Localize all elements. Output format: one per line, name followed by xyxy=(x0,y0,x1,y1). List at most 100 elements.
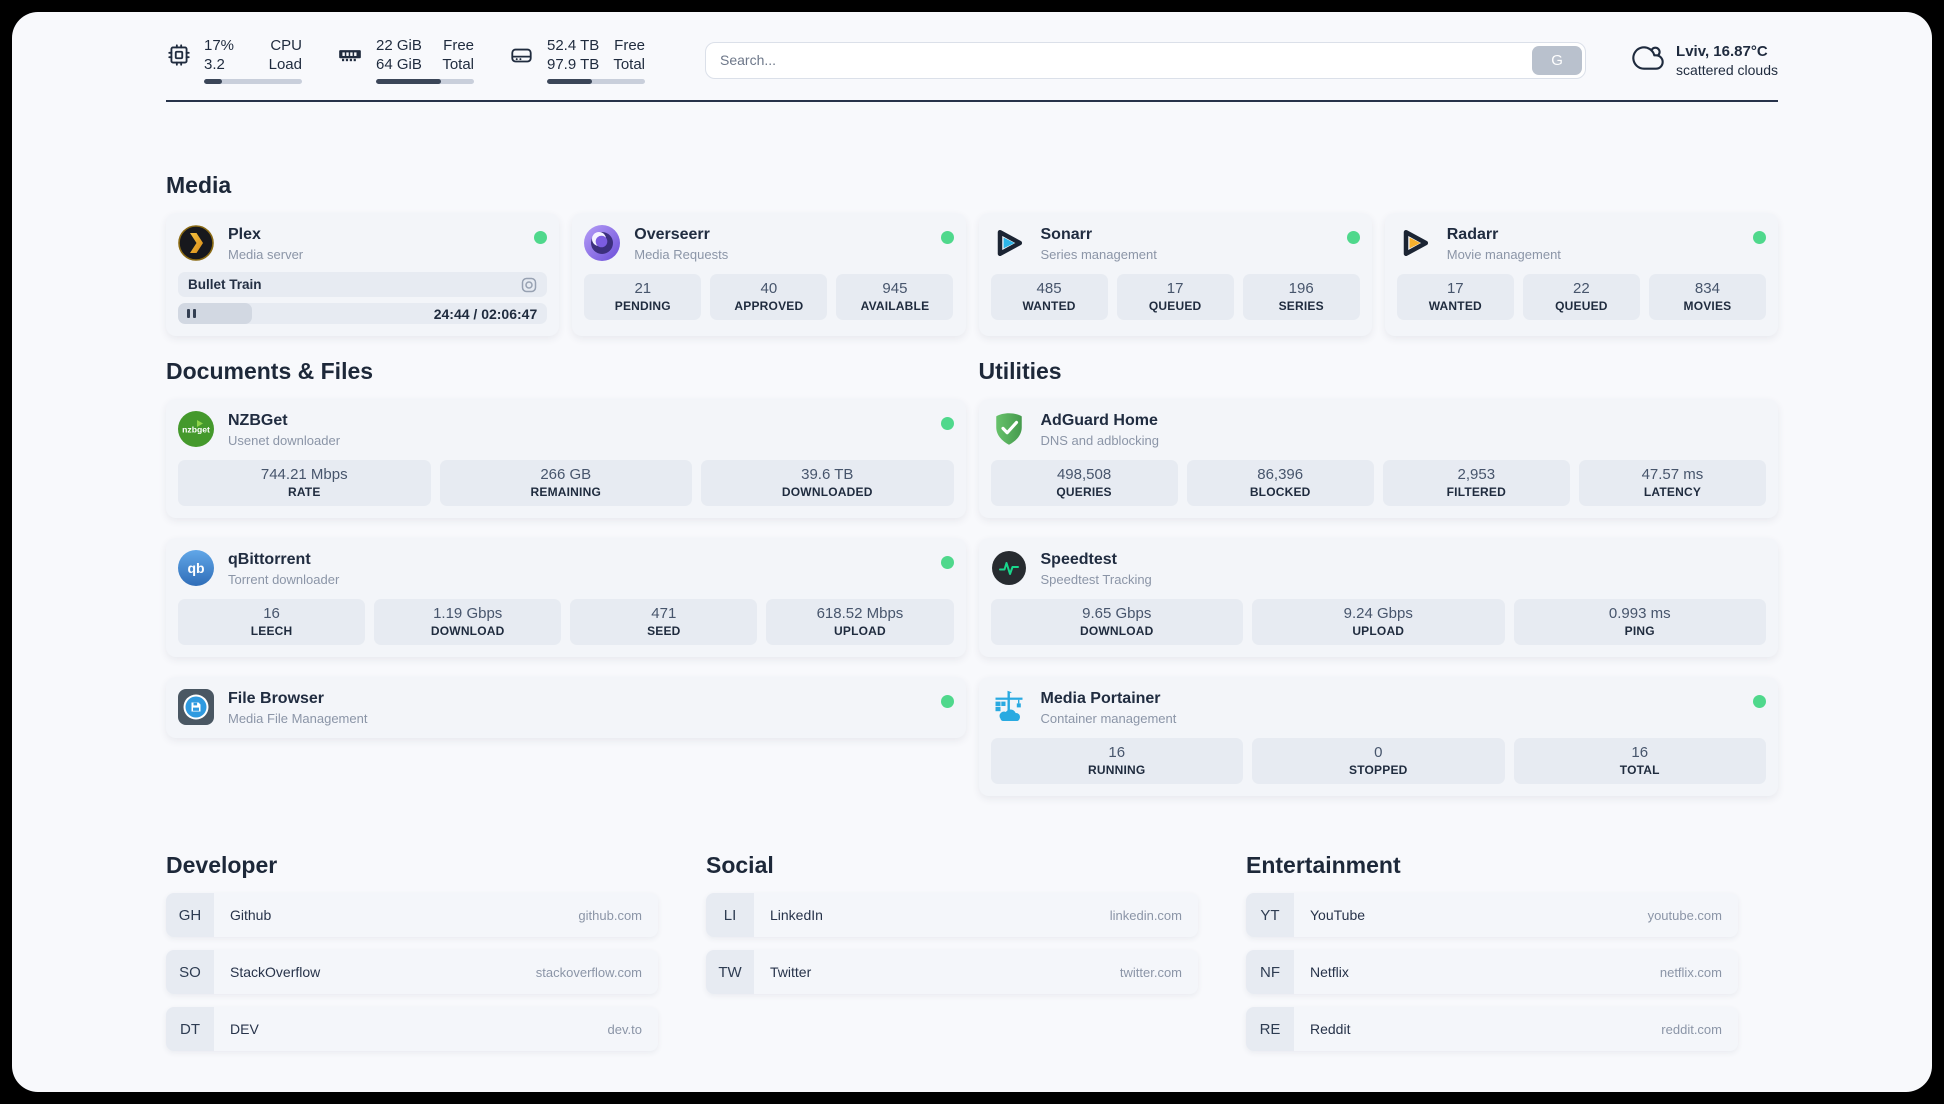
stat-leech: 16 LEECH xyxy=(178,599,366,645)
cpu-icon xyxy=(166,36,192,68)
cpu-load-label: Load xyxy=(268,56,302,73)
stat-queued: 17 QUEUED xyxy=(1116,274,1234,320)
bookmark-youtube[interactable]: YT YouTube youtube.com xyxy=(1246,893,1738,937)
bookmark-dev[interactable]: DT DEV dev.to xyxy=(166,1007,658,1051)
weather-widget[interactable]: Lviv, 16.87°C scattered clouds xyxy=(1630,42,1778,79)
bookmark-stackoverflow[interactable]: SO StackOverflow stackoverflow.com xyxy=(166,950,658,994)
bookmark-netflix[interactable]: NF Netflix netflix.com xyxy=(1246,950,1738,994)
bookmark-github[interactable]: GH Github github.com xyxy=(166,893,658,937)
status-indicator xyxy=(1753,231,1766,244)
memory-free-label: Free xyxy=(443,37,474,54)
disk-total-value: 97.9 TB xyxy=(547,56,600,73)
now-playing-time: 24:44 / 02:06:47 xyxy=(433,305,538,322)
pause-icon[interactable] xyxy=(187,309,196,318)
plex-logo-icon xyxy=(178,225,214,261)
filebrowser-logo-icon xyxy=(178,689,214,725)
app-name: AdGuard Home xyxy=(1040,412,1158,429)
bookmark-name: DEV xyxy=(230,1021,259,1037)
search-input[interactable] xyxy=(705,41,1587,79)
disk-widget: 52.4 TB 97.9 TB Free Total xyxy=(508,36,645,84)
app-card-overseerr[interactable]: Overseerr Media Requests 21 PENDING 40 APP… xyxy=(572,213,966,336)
stat-download: 1.19 Gbps DOWNLOAD xyxy=(374,599,562,645)
status-indicator xyxy=(940,231,954,244)
app-description: Series management xyxy=(1040,247,1157,262)
stat-upload: 9.24 Gbps UPLOAD xyxy=(1252,599,1505,645)
stat-running: 16 RUNNING xyxy=(990,738,1243,784)
memory-total-label: Total xyxy=(442,56,474,73)
section-documents: Documents & Files nzbget NZBGet Usenet d… xyxy=(166,358,966,738)
stat-wanted: 17 WANTED xyxy=(1396,274,1514,320)
stat-blocked: 86,396 BLOCKED xyxy=(1186,460,1374,506)
stat-movies: 834 MOVIES xyxy=(1648,274,1766,320)
topbar: 17% 3.2 CPU Load 22 GiB 64 GiB Free Tota… xyxy=(166,12,1778,84)
bookmark-url: twitter.com xyxy=(1119,964,1182,980)
bookmark-url: stackoverflow.com xyxy=(535,964,642,980)
now-playing-title: Bullet Train xyxy=(188,277,262,292)
app-card-filebrowser[interactable]: File Browser Media File Management xyxy=(166,677,966,738)
bookmark-abbr: NF xyxy=(1246,950,1294,994)
stat-series: 196 SERIES xyxy=(1242,274,1360,320)
status-indicator xyxy=(534,231,548,244)
app-description: Media Requests xyxy=(634,247,729,262)
stat-remaining: 266 GB REMAINING xyxy=(439,460,692,506)
section-title-documents: Documents & Files xyxy=(166,358,374,384)
disk-progress-bar xyxy=(547,79,645,84)
bookmark-group-title: Developer xyxy=(166,852,278,878)
bookmark-linkedin[interactable]: LI LinkedIn linkedin.com xyxy=(706,893,1198,937)
cpu-usage-value: 17% xyxy=(204,37,235,54)
app-name: NZBGet xyxy=(228,412,288,429)
cpu-load-value: 3.2 xyxy=(204,56,225,73)
nzbget-logo-icon: nzbget xyxy=(178,411,214,447)
bookmark-name: Reddit xyxy=(1310,1021,1351,1037)
bookmark-abbr: SO xyxy=(166,950,214,994)
overseerr-logo-icon xyxy=(584,225,621,261)
header-divider xyxy=(166,100,1778,102)
bookmark-url: linkedin.com xyxy=(1109,907,1182,923)
bookmark-name: Twitter xyxy=(770,964,812,980)
status-indicator xyxy=(1346,231,1360,244)
stat-queued: 22 QUEUED xyxy=(1522,274,1640,320)
now-playing-progress[interactable]: 24:44 / 02:06:47 xyxy=(178,303,548,324)
portainer-logo-icon xyxy=(991,689,1027,725)
app-card-plex[interactable]: Plex Media server Bullet Train 24:44 / 0 xyxy=(166,213,560,336)
stat-ping: 0.993 ms PING xyxy=(1513,599,1766,645)
dashboard-panel: 17% 3.2 CPU Load 22 GiB 64 GiB Free Tota… xyxy=(12,12,1932,1092)
app-card-sonarr[interactable]: Sonarr Series management 485 WANTED 17 QUE… xyxy=(978,213,1372,336)
app-name: Speedtest xyxy=(1040,551,1117,568)
app-card-portainer[interactable]: Media Portainer Container management 16 R… xyxy=(978,677,1778,796)
app-name: File Browser xyxy=(228,690,325,707)
bookmark-reddit[interactable]: RE Reddit reddit.com xyxy=(1246,1007,1738,1051)
sonarr-logo-icon xyxy=(991,225,1027,261)
memory-total-value: 64 GiB xyxy=(376,56,422,73)
svg-text:nzbget: nzbget xyxy=(182,425,210,435)
search-engine-button[interactable]: G xyxy=(1532,45,1583,75)
stat-rate: 744.21 Mbps RATE xyxy=(178,460,431,506)
memory-widget: 22 GiB 64 GiB Free Total xyxy=(336,36,474,84)
search-bar: G xyxy=(705,41,1587,79)
app-card-radarr[interactable]: Radarr Movie management 17 WANTED 22 QUEUE… xyxy=(1384,213,1778,336)
app-card-adguard[interactable]: AdGuard Home DNS and adblocking 498,508 Q… xyxy=(978,399,1778,518)
app-name: Media Portainer xyxy=(1040,690,1161,707)
disk-total-label: Total xyxy=(613,56,645,73)
bookmark-url: github.com xyxy=(578,907,642,923)
app-description: Media File Management xyxy=(228,711,368,726)
bookmark-url: reddit.com xyxy=(1661,1021,1722,1037)
bookmark-name: Github xyxy=(230,907,272,923)
radarr-logo-icon xyxy=(1397,225,1433,261)
app-card-nzbget[interactable]: nzbget NZBGet Usenet downloader 744.21 M… xyxy=(166,399,966,518)
bookmark-group-developer: Developer GH Github github.com SO StackO… xyxy=(166,852,658,1051)
memory-progress-bar xyxy=(376,79,474,84)
bookmark-group-entertainment: Entertainment YT YouTube youtube.com NF … xyxy=(1246,852,1738,1051)
section-title-utilities: Utilities xyxy=(978,358,1062,384)
adguard-logo-icon xyxy=(991,411,1027,447)
stat-queries: 498,508 QUERIES xyxy=(990,460,1178,506)
stat-upload: 618.52 Mbps UPLOAD xyxy=(766,599,954,645)
app-card-qbittorrent[interactable]: qb qBittorrent Torrent downloader 16 LEEC… xyxy=(166,538,966,657)
app-description: DNS and adblocking xyxy=(1040,433,1160,448)
cpu-label: CPU xyxy=(270,37,302,54)
stat-available: 945 AVAILABLE xyxy=(836,274,954,320)
bookmark-abbr: TW xyxy=(706,950,754,994)
app-card-speedtest[interactable]: Speedtest Speedtest Tracking 9.65 Gbps DO… xyxy=(978,538,1778,657)
app-description: Usenet downloader xyxy=(228,433,341,448)
bookmark-twitter[interactable]: TW Twitter twitter.com xyxy=(706,950,1198,994)
